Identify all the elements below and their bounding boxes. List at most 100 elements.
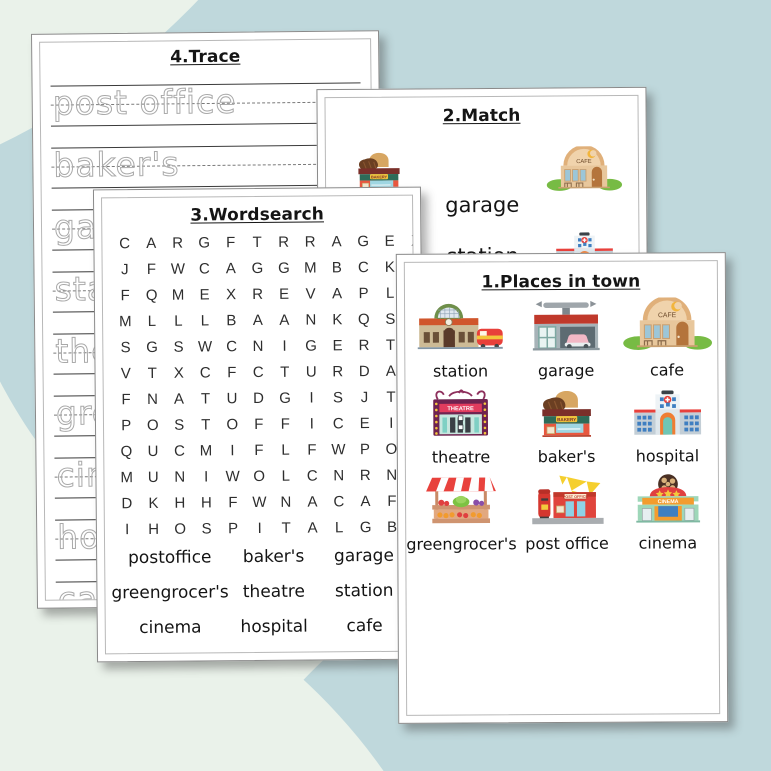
wordsearch-cell[interactable]: R [351,334,378,358]
wordsearch-cell[interactable]: G [350,230,377,254]
wordsearch-cell[interactable]: N [139,388,166,412]
wordsearch-cell[interactable]: I [114,518,141,542]
worksheet-card-places[interactable]: 1.Places in town station garage CAFE caf… [395,252,729,724]
wordsearch-cell[interactable]: A [299,490,326,514]
wordsearch-cell[interactable]: G [272,387,299,411]
wordsearch-cell[interactable]: O [167,518,194,542]
wordsearch-cell[interactable]: H [140,518,167,542]
wordsearch-cell[interactable]: X [403,230,417,254]
wordsearch-cell[interactable]: F [272,413,299,437]
wordsearch-cell[interactable]: S [166,414,193,438]
wordsearch-cell[interactable]: N [273,491,300,515]
wordsearch-cell[interactable]: P [113,414,140,438]
wordsearch-cell[interactable]: R [270,231,297,255]
wordsearch-cell[interactable]: D [245,387,272,411]
wordsearch-cell[interactable]: V [112,362,139,386]
wordsearch-cell[interactable]: W [192,335,219,359]
wordsearch-cell[interactable]: F [246,439,273,463]
wordsearch-cell[interactable]: C [218,335,245,359]
wordsearch-cell[interactable]: S [165,336,192,360]
wordsearch-cell[interactable]: T [271,361,298,385]
wordsearch-cell[interactable]: M [113,466,140,490]
wordsearch-cell[interactable]: I [298,386,325,410]
wordsearch-cell[interactable]: H [167,492,194,516]
wordsearch-cell[interactable]: P [352,438,379,462]
wordsearch-cell[interactable]: Q [138,284,165,308]
wordsearch-cell[interactable]: E [191,283,218,307]
place-item[interactable]: hospital [617,384,718,466]
wordsearch-cell[interactable]: G [244,257,271,281]
wordsearch-cell[interactable]: F [299,438,326,462]
wordsearch-cell[interactable]: A [352,490,379,514]
wordsearch-cell[interactable]: I [219,439,246,463]
wordsearch-cell[interactable]: I [298,412,325,436]
wordsearch-cell[interactable]: I [246,517,273,541]
wordsearch-cell[interactable]: R [244,283,271,307]
wordsearch-cell[interactable]: R [352,464,379,488]
match-word[interactable]: garage [445,193,519,218]
wordsearch-cell[interactable]: W [325,438,352,462]
wordsearch-cell[interactable]: G [298,334,325,358]
place-item[interactable]: THEATRE theatre [405,385,516,467]
wordsearch-cell[interactable]: B [324,256,351,280]
wordsearch-cell[interactable]: K [324,308,351,332]
wordsearch-cell[interactable]: E [351,412,378,436]
wordsearch-cell[interactable]: G [191,231,218,255]
wordsearch-cell[interactable]: E [376,230,403,254]
wordsearch-cell[interactable]: G [271,257,298,281]
worksheet-card-wordsearch[interactable]: 3.Wordsearch CARGFTRRAGEXJFWCAGGMBCKTFQM… [92,186,426,663]
wordsearch-cell[interactable]: S [112,336,139,360]
wordsearch-cell[interactable]: P [220,517,247,541]
wordsearch-cell[interactable]: C [245,361,272,385]
wordsearch-cell[interactable]: C [326,490,353,514]
wordsearch-cell[interactable]: C [299,464,326,488]
place-item[interactable]: POST OFFICE post office [516,471,617,553]
wordsearch-cell[interactable]: V [297,282,324,306]
wordsearch-cell[interactable]: C [111,232,138,256]
wordsearch-cell[interactable]: W [246,491,273,515]
wordsearch-cell[interactable]: N [166,466,193,490]
wordsearch-cell[interactable]: T [244,231,271,255]
wordsearch-cell[interactable]: X [218,283,245,307]
wordsearch-cell[interactable]: U [140,466,167,490]
wordsearch-cell[interactable]: R [324,360,351,384]
wordsearch-cell[interactable]: N [297,308,324,332]
wordsearch-cell[interactable]: C [350,256,377,280]
wordsearch-cell[interactable]: O [246,465,273,489]
wordsearch-cell[interactable]: I [271,335,298,359]
wordsearch-cell[interactable]: M [193,439,220,463]
wordsearch-cell[interactable]: C [191,257,218,281]
wordsearch-cell[interactable]: O [219,413,246,437]
wordsearch-cell[interactable]: J [351,386,378,410]
wordsearch-cell[interactable]: N [245,335,272,359]
wordsearch-cell[interactable]: C [166,440,193,464]
wordsearch-cell[interactable]: F [138,258,165,282]
wordsearch-cell[interactable]: C [192,361,219,385]
place-item[interactable]: CINEMA cinema [617,471,718,553]
place-item[interactable]: BAKERY baker's [516,384,617,467]
wordsearch-cell[interactable]: T [192,387,219,411]
wordsearch-cell[interactable]: S [193,517,220,541]
wordsearch-cell[interactable]: A [244,309,271,333]
wordsearch-cell[interactable]: F [113,388,140,412]
wordsearch-cell[interactable]: L [326,516,353,540]
wordsearch-cell[interactable]: R [164,232,191,256]
place-item[interactable]: CAFE cafe [616,297,717,379]
place-item[interactable]: garage [515,298,616,380]
wordsearch-cell[interactable]: X [165,362,192,386]
wordsearch-cell[interactable]: A [323,230,350,254]
wordsearch-cell[interactable]: A [299,516,326,540]
wordsearch-cell[interactable]: A [138,232,165,256]
wordsearch-cell[interactable]: L [272,465,299,489]
wordsearch-cell[interactable]: F [217,231,244,255]
wordsearch-cell[interactable]: L [138,310,165,334]
wordsearch-cell[interactable]: W [165,258,192,282]
wordsearch-cell[interactable]: Q [350,308,377,332]
wordsearch-cell[interactable]: R [297,230,324,254]
wordsearch-cell[interactable]: A [166,388,193,412]
place-item[interactable]: greengrocer's [406,472,517,554]
wordsearch-cell[interactable]: A [324,282,351,306]
wordsearch-cell[interactable]: N [325,464,352,488]
wordsearch-cell[interactable]: U [219,387,246,411]
wordsearch-cell[interactable]: D [351,360,378,384]
